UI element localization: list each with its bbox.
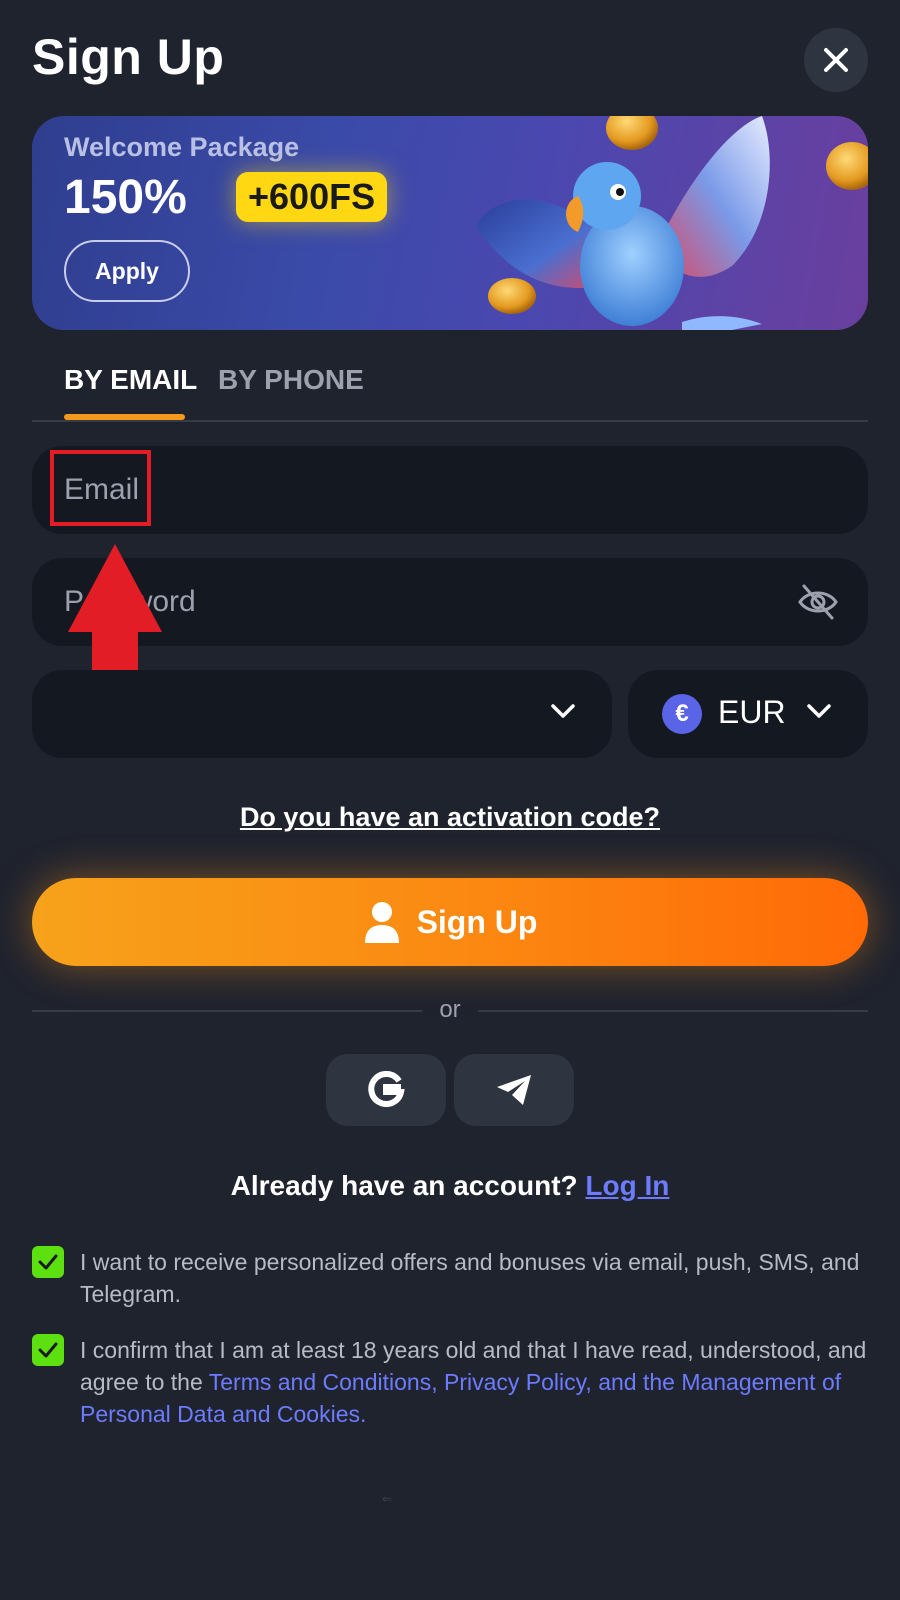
google-login-button[interactable] [326,1054,446,1126]
active-tab-indicator [64,414,185,420]
divider-right [478,1010,868,1012]
tab-by-email[interactable]: BY EMAIL [64,364,197,396]
email-field[interactable] [32,446,868,534]
login-prompt: Already have an account? [230,1170,578,1201]
activation-code-link[interactable]: Do you have an activation code? [240,802,660,832]
offers-checkbox[interactable] [32,1246,64,1278]
offers-consent-text: I want to receive personalized offers an… [80,1249,860,1307]
password-input[interactable] [64,558,784,646]
page-title: Sign Up [32,29,225,85]
signup-method-tabs: BY EMAIL BY PHONE [32,360,868,422]
banner-welcome-text: Welcome Package [64,132,300,162]
password-field[interactable] [32,558,868,646]
welcome-banner: Welcome Package 150% +600FS Apply [32,116,868,330]
chevron-down-icon [551,704,575,718]
footer-glyph: ⇐ [382,1492,393,1506]
age-consent-text: I confirm that I am at least 18 years ol… [80,1334,870,1430]
telegram-icon [497,1075,531,1105]
euro-icon: € [662,694,702,734]
banner-percent: 150% [64,171,187,224]
age-confirm-checkbox[interactable] [32,1334,64,1366]
login-link[interactable]: Log In [585,1170,669,1201]
login-row: Already have an account? Log In [0,1170,900,1202]
sign-up-button-label: Sign Up [416,903,538,940]
parrot-illustration [476,116,868,330]
close-button[interactable] [804,28,868,92]
free-spins-badge: +600FS [236,172,388,222]
google-icon [368,1071,405,1107]
tab-by-phone[interactable]: BY PHONE [218,364,364,396]
apply-button[interactable]: Apply [64,240,190,302]
telegram-login-button[interactable] [454,1054,574,1126]
check-icon [38,1254,58,1270]
eye-off-icon[interactable] [796,582,840,622]
user-icon [364,902,399,943]
check-icon [38,1342,58,1358]
close-icon [824,48,848,72]
divider-or-text: or [439,996,461,1023]
divider-left [32,1010,422,1012]
activation-code-row: Do you have an activation code? [0,802,900,833]
currency-select[interactable]: € EUR [628,670,868,758]
chevron-down-icon [807,704,831,718]
country-select[interactable] [32,670,612,758]
sign-up-button[interactable]: Sign Up [32,878,868,966]
currency-label: EUR [718,694,786,730]
email-input[interactable] [64,446,784,534]
